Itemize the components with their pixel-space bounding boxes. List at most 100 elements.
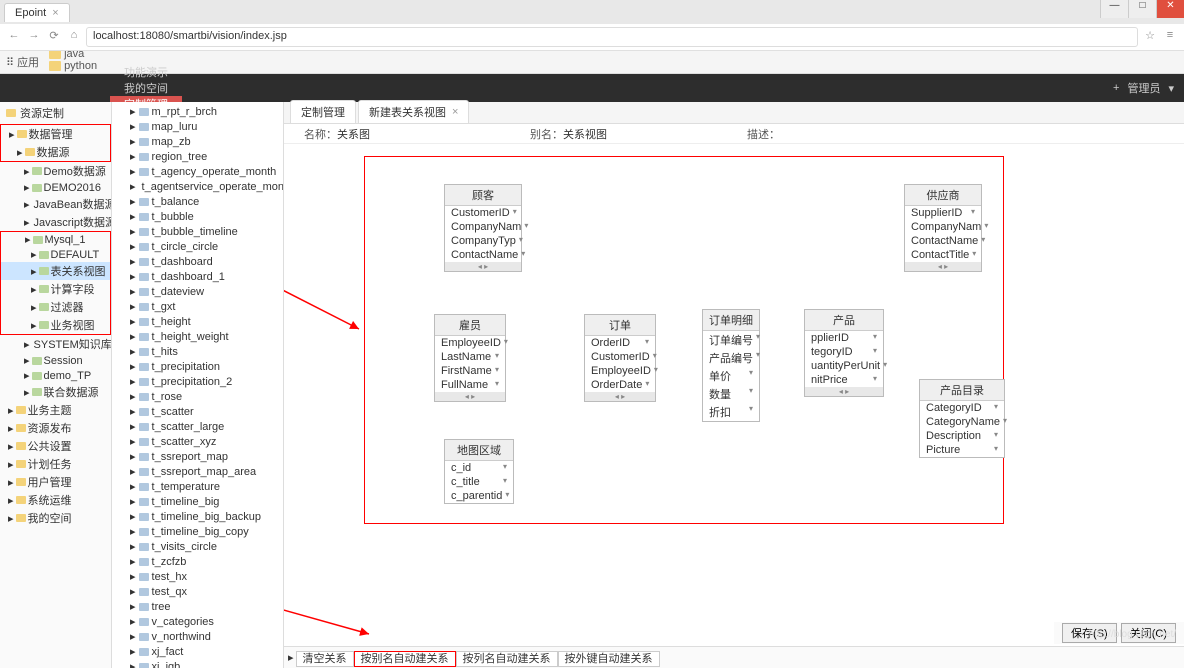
close-window-button[interactable]: ✕	[1156, 0, 1184, 18]
mid-tree-item[interactable]: ▸t_timeline_big_backup	[112, 509, 283, 524]
entity-region[interactable]: 地图区域c_id▾c_title▾c_parentid▾	[444, 439, 514, 504]
entity-supplier[interactable]: 供应商SupplierID▾CompanyNam▾ContactName▾Con…	[904, 184, 982, 272]
entity-field[interactable]: Picture▾	[920, 443, 1004, 457]
entity-scrollbar[interactable]: ◂ ▸	[435, 392, 505, 401]
mid-tree-item[interactable]: ▸t_dashboard_1	[112, 269, 283, 284]
mid-tree-item[interactable]: ▸t_height	[112, 314, 283, 329]
entity-field[interactable]: nitPrice▾	[805, 373, 883, 387]
tree-node[interactable]: ▸demo_TP	[0, 368, 111, 383]
entity-field[interactable]: 订单编号▾	[703, 331, 759, 349]
mid-tree-item[interactable]: ▸t_balance	[112, 194, 283, 209]
mid-tree-item[interactable]: ▸map_luru	[112, 119, 283, 134]
browser-tab[interactable]: Epoint ×	[4, 3, 70, 22]
entity-field[interactable]: OrderID▾	[585, 336, 655, 350]
maximize-button[interactable]: □	[1128, 0, 1156, 18]
apps-icon[interactable]: ⠿ 应用	[6, 54, 39, 70]
entity-field[interactable]: c_title▾	[445, 475, 513, 489]
entity-category[interactable]: 产品目录CategoryID▾CategoryName▾Description▾…	[919, 379, 1005, 458]
tree-node[interactable]: ▸业务主题	[0, 401, 111, 419]
content-tab[interactable]: 定制管理	[290, 100, 356, 123]
mid-tree-item[interactable]: ▸tree	[112, 599, 283, 614]
entity-field[interactable]: pplierID▾	[805, 331, 883, 345]
mid-tree-item[interactable]: ▸t_agentservice_operate_month	[112, 179, 283, 194]
star-icon[interactable]: ☆	[1142, 29, 1158, 45]
tree-node[interactable]: ▸表关系视图	[1, 262, 110, 280]
close-tab-icon[interactable]: ×	[452, 106, 458, 118]
tree-node[interactable]: ▸Demo数据源	[0, 162, 111, 180]
mid-tree-item[interactable]: ▸t_circle_circle	[112, 239, 283, 254]
mid-tree-item[interactable]: ▸t_bubble	[112, 209, 283, 224]
entity-field[interactable]: CustomerID▾	[585, 350, 655, 364]
entity-field[interactable]: ContactTitle▾	[905, 248, 981, 262]
entity-field[interactable]: CustomerID▾	[445, 206, 521, 220]
home-icon[interactable]: ⌂	[66, 29, 82, 45]
entity-field[interactable]: uantityPerUnit▾	[805, 359, 883, 373]
tree-node[interactable]: ▸DEMO2016	[0, 180, 111, 195]
mid-tree-item[interactable]: ▸t_timeline_big_copy	[112, 524, 283, 539]
canvas[interactable]: 顾客CustomerID▾CompanyNam▾CompanyTyp▾Conta…	[284, 144, 1184, 646]
mid-tree-item[interactable]: ▸t_height_weight	[112, 329, 283, 344]
entity-orderdetail[interactable]: 订单明细订单编号▾产品编号▾单价▾数量▾折扣▾	[702, 309, 760, 422]
mid-tree-item[interactable]: ▸t_precipitation	[112, 359, 283, 374]
entity-field[interactable]: FirstName▾	[435, 364, 505, 378]
mid-tree-item[interactable]: ▸t_ssreport_map_area	[112, 464, 283, 479]
entity-employee[interactable]: 雇员EmployeeID▾LastName▾FirstName▾FullName…	[434, 314, 506, 402]
tree-node[interactable]: ▸数据源	[1, 143, 110, 161]
entity-scrollbar[interactable]: ◂ ▸	[805, 387, 883, 396]
top-menu-item[interactable]: 我的空间	[110, 80, 182, 96]
url-input[interactable]: localhost:18080/smartbi/vision/index.jsp	[86, 27, 1138, 47]
entity-field[interactable]: SupplierID▾	[905, 206, 981, 220]
mid-tree-item[interactable]: ▸t_ssreport_map	[112, 449, 283, 464]
footer-button[interactable]: 清空关系	[296, 651, 354, 667]
entity-field[interactable]: CompanyNam▾	[905, 220, 981, 234]
footer-button[interactable]: 按列名自动建关系	[456, 651, 558, 667]
tree-node[interactable]: ▸Session	[0, 353, 111, 368]
mid-tree-item[interactable]: ▸t_scatter_large	[112, 419, 283, 434]
entity-scrollbar[interactable]: ◂ ▸	[445, 262, 521, 271]
entity-field[interactable]: CompanyTyp▾	[445, 234, 521, 248]
tree-node[interactable]: ▸Javascript数据源	[0, 213, 111, 231]
entity-field[interactable]: EmployeeID▾	[435, 336, 505, 350]
entity-field[interactable]: 产品编号▾	[703, 349, 759, 367]
tree-node[interactable]: ▸联合数据源	[0, 383, 111, 401]
mid-tree-item[interactable]: ▸t_scatter	[112, 404, 283, 419]
mid-tree-item[interactable]: ▸t_hits	[112, 344, 283, 359]
entity-field[interactable]: Description▾	[920, 429, 1004, 443]
entity-product[interactable]: 产品pplierID▾tegoryID▾uantityPerUnit▾nitPr…	[804, 309, 884, 397]
mid-tree-item[interactable]: ▸v_northwind	[112, 629, 283, 644]
entity-field[interactable]: CategoryID▾	[920, 401, 1004, 415]
mid-tree-item[interactable]: ▸t_bubble_timeline	[112, 224, 283, 239]
entity-field[interactable]: CategoryName▾	[920, 415, 1004, 429]
tree-node[interactable]: ▸公共设置	[0, 437, 111, 455]
mid-tree-item[interactable]: ▸m_rpt_r_brch	[112, 104, 283, 119]
forward-icon[interactable]: →	[26, 29, 42, 45]
mid-tree-item[interactable]: ▸test_qx	[112, 584, 283, 599]
entity-scrollbar[interactable]: ◂ ▸	[905, 262, 981, 271]
mid-tree-item[interactable]: ▸t_agency_operate_month	[112, 164, 283, 179]
back-icon[interactable]: ←	[6, 29, 22, 45]
mid-tree-item[interactable]: ▸v_categories	[112, 614, 283, 629]
entity-field[interactable]: CompanyNam▾	[445, 220, 521, 234]
entity-field[interactable]: ContactName▾	[905, 234, 981, 248]
entity-field[interactable]: tegoryID▾	[805, 345, 883, 359]
entity-field[interactable]: OrderDate▾	[585, 378, 655, 392]
reload-icon[interactable]: ⟳	[46, 29, 62, 45]
footer-toggle-icon[interactable]: ▸	[288, 651, 294, 664]
entity-order[interactable]: 订单OrderID▾CustomerID▾EmployeeID▾OrderDat…	[584, 314, 656, 402]
mid-tree-item[interactable]: ▸t_timeline_big	[112, 494, 283, 509]
tree-node[interactable]: ▸资源发布	[0, 419, 111, 437]
entity-field[interactable]: ContactName▾	[445, 248, 521, 262]
tree-node[interactable]: ▸JavaBean数据源	[0, 195, 111, 213]
mid-tree-item[interactable]: ▸t_gxt	[112, 299, 283, 314]
mid-tree-item[interactable]: ▸t_rose	[112, 389, 283, 404]
tree-node[interactable]: ▸Mysql_1	[1, 232, 110, 247]
mid-tree-item[interactable]: ▸test_hx	[112, 569, 283, 584]
footer-button[interactable]: 按别名自动建关系	[354, 651, 456, 667]
mid-tree-item[interactable]: ▸t_scatter_xyz	[112, 434, 283, 449]
entity-field[interactable]: 折扣▾	[703, 403, 759, 421]
entity-field[interactable]: FullName▾	[435, 378, 505, 392]
mid-tree-item[interactable]: ▸t_dateview	[112, 284, 283, 299]
mid-tree-item[interactable]: ▸map_zb	[112, 134, 283, 149]
tree-node[interactable]: ▸用户管理	[0, 473, 111, 491]
mid-tree-item[interactable]: ▸t_zcfzb	[112, 554, 283, 569]
